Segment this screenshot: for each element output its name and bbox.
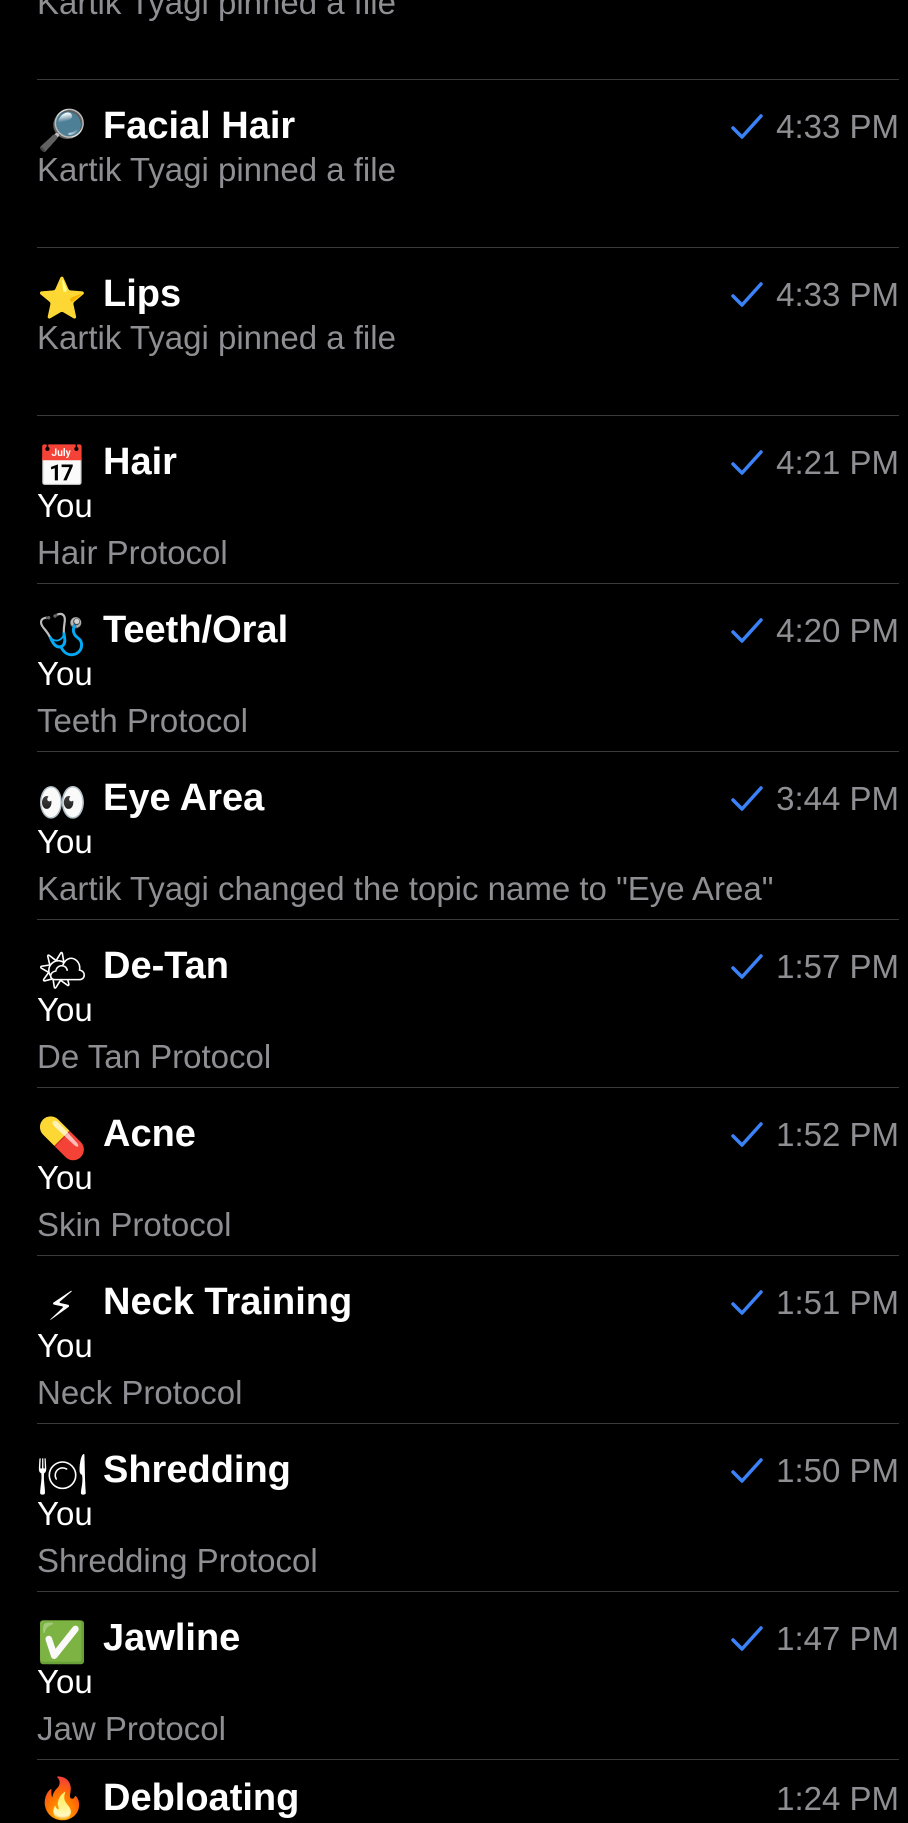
- row-divider: [37, 1759, 899, 1760]
- chat-row-de-tan[interactable]: 🌤 De-Tan 1:57 PM You De Tan Protocol: [37, 919, 899, 1087]
- read-check-icon: [731, 114, 763, 139]
- chat-preview-partial: Kartik Tyagi pinned a file: [37, 0, 396, 21]
- star-icon: ⭐: [37, 276, 87, 322]
- stethoscope-icon: 🩺: [37, 612, 87, 658]
- read-check-icon: [731, 1626, 763, 1651]
- chat-meta: 4:20 PM: [730, 609, 899, 653]
- chat-title: Jawline: [103, 1617, 241, 1659]
- check-box-icon: ✅: [37, 1620, 87, 1666]
- chat-meta: 1:52 PM: [730, 1113, 899, 1157]
- chat-title: Neck Training: [103, 1281, 353, 1323]
- chat-meta: 1:51 PM: [730, 1281, 899, 1325]
- chat-preview: Shredding Protocol: [37, 1542, 318, 1579]
- eyes-icon: 👀: [37, 780, 87, 826]
- chat-title: Teeth/Oral: [103, 609, 289, 651]
- chat-preview: Jaw Protocol: [37, 1710, 226, 1747]
- chat-preview: Kartik Tyagi pinned a file: [37, 151, 396, 188]
- fire-icon: 🔥: [37, 1777, 87, 1821]
- calendar-icon: 📅: [37, 444, 87, 490]
- chat-time: 1:57 PM: [776, 948, 899, 985]
- chat-row-neck-training[interactable]: ⚡ Neck Training 1:51 PM You Neck Protoco…: [37, 1255, 899, 1423]
- chat-meta: 4:33 PM: [730, 105, 899, 149]
- chat-meta: 4:33 PM: [730, 273, 899, 317]
- chat-time: 1:51 PM: [776, 1284, 899, 1321]
- chat-time: 4:21 PM: [776, 444, 899, 481]
- read-check-icon: [731, 954, 763, 979]
- chat-time: 1:52 PM: [776, 1116, 899, 1153]
- read-check-icon: [731, 786, 763, 811]
- chat-row-facial-hair[interactable]: 🔎 Facial Hair 4:33 PM Kartik Tyagi pinne…: [37, 79, 899, 247]
- magnifying-glass-icon: 🔎: [37, 108, 87, 154]
- chat-time: 4:33 PM: [776, 276, 899, 313]
- chat-title: Hair: [103, 441, 177, 483]
- read-check-icon: [731, 1458, 763, 1483]
- chat-sender: You: [37, 1327, 93, 1364]
- chat-row-eye-area[interactable]: 👀 Eye Area 3:44 PM You Kartik Tyagi chan…: [37, 751, 899, 919]
- chat-title: Eye Area: [103, 777, 265, 819]
- chat-time: 3:44 PM: [776, 780, 899, 817]
- read-check-icon: [731, 618, 763, 643]
- chat-meta: 1:47 PM: [730, 1617, 899, 1661]
- chat-time: 4:20 PM: [776, 612, 899, 649]
- chat-sender: You: [37, 1159, 93, 1196]
- chat-sender: You: [37, 655, 93, 692]
- chat-preview: De Tan Protocol: [37, 1038, 272, 1075]
- lightning-icon: ⚡: [46, 1284, 76, 1330]
- plate-cutlery-icon: 🍽: [37, 1452, 88, 1498]
- chat-time: 1:47 PM: [776, 1620, 899, 1657]
- chat-title: Acne: [103, 1113, 196, 1155]
- chat-sender: You: [37, 1495, 93, 1532]
- sun-behind-cloud-icon: 🌤: [37, 948, 88, 994]
- chat-preview: Skin Protocol: [37, 1206, 232, 1243]
- chat-time: 1:50 PM: [776, 1452, 899, 1489]
- chat-title-partial[interactable]: Debloating: [103, 1775, 299, 1821]
- chat-row-lips[interactable]: ⭐ Lips 4:33 PM Kartik Tyagi pinned a fil…: [37, 247, 899, 415]
- chat-preview: Kartik Tyagi pinned a file: [37, 319, 396, 356]
- chat-preview: Hair Protocol: [37, 534, 228, 571]
- chat-preview: Kartik Tyagi changed the topic name to "…: [37, 870, 774, 907]
- chat-row-acne[interactable]: 💊 Acne 1:52 PM You Skin Protocol: [37, 1087, 899, 1255]
- pill-icon: 💊: [37, 1116, 87, 1162]
- chat-title: Shredding: [103, 1449, 291, 1491]
- chat-meta: 4:21 PM: [730, 441, 899, 485]
- chat-title: De-Tan: [103, 945, 229, 987]
- chat-time-partial: 1:24 PM: [776, 1780, 899, 1817]
- chat-title: Lips: [103, 273, 182, 315]
- read-check-icon: [731, 1122, 763, 1147]
- read-check-icon: [731, 450, 763, 475]
- chat-row-shredding[interactable]: 🍽 Shredding 1:50 PM You Shredding Protoc…: [37, 1423, 899, 1591]
- chat-sender: You: [37, 1663, 93, 1700]
- chat-preview: Neck Protocol: [37, 1374, 243, 1411]
- chat-meta: 1:50 PM: [730, 1449, 899, 1493]
- read-check-icon: [731, 1290, 763, 1315]
- chat-row-hair[interactable]: 📅 Hair 4:21 PM You Hair Protocol: [37, 415, 899, 583]
- chat-row-teeth-oral[interactable]: 🩺 Teeth/Oral 4:20 PM You Teeth Protocol: [37, 583, 899, 751]
- chat-meta: 3:44 PM: [730, 777, 899, 821]
- chat-time: 4:33 PM: [776, 108, 899, 145]
- chat-title: Facial Hair: [103, 105, 296, 147]
- chat-meta: 1:57 PM: [730, 945, 899, 989]
- read-check-icon: [731, 282, 763, 307]
- chat-row-jawline[interactable]: ✅ Jawline 1:47 PM You Jaw Protocol: [37, 1591, 899, 1759]
- chat-sender: You: [37, 823, 93, 860]
- chat-sender: You: [37, 991, 93, 1028]
- chat-preview: Teeth Protocol: [37, 702, 248, 739]
- chat-sender: You: [37, 487, 93, 524]
